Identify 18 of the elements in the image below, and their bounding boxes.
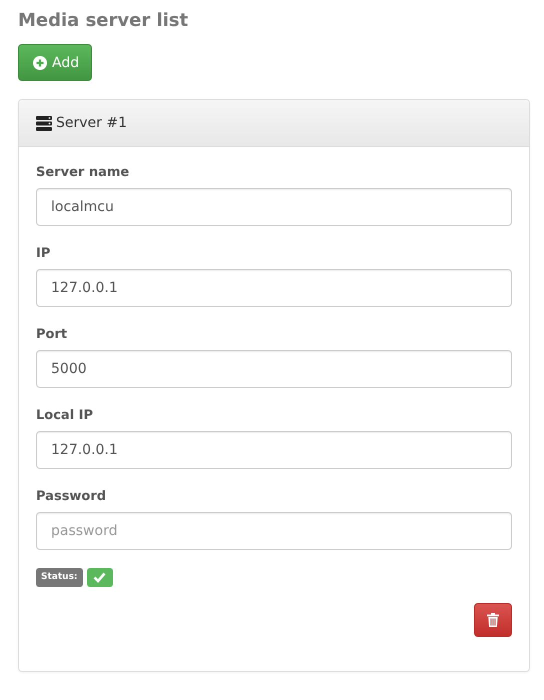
field-label: Server name <box>36 165 130 180</box>
field-label: IP <box>36 246 52 261</box>
input-field[interactable]: password <box>36 512 512 550</box>
input-field[interactable]: 5000 <box>36 350 512 388</box>
panel-title: Server #1 <box>56 115 127 131</box>
field-label: Password <box>36 489 108 504</box>
status-label: Status: <box>36 568 83 587</box>
page-title: Media server list <box>18 9 190 33</box>
input-field[interactable]: localmcu <box>36 188 512 226</box>
input-field[interactable]: 127.0.0.1 <box>36 269 512 307</box>
plus-circle-icon <box>33 56 47 70</box>
input-field[interactable]: 127.0.0.1 <box>36 431 512 469</box>
check-icon <box>93 572 106 583</box>
trash-icon <box>487 613 499 627</box>
server-icon <box>36 116 52 130</box>
field-label: Local IP <box>36 408 94 423</box>
delete-button[interactable] <box>474 603 512 637</box>
field-label: Port <box>36 327 68 342</box>
